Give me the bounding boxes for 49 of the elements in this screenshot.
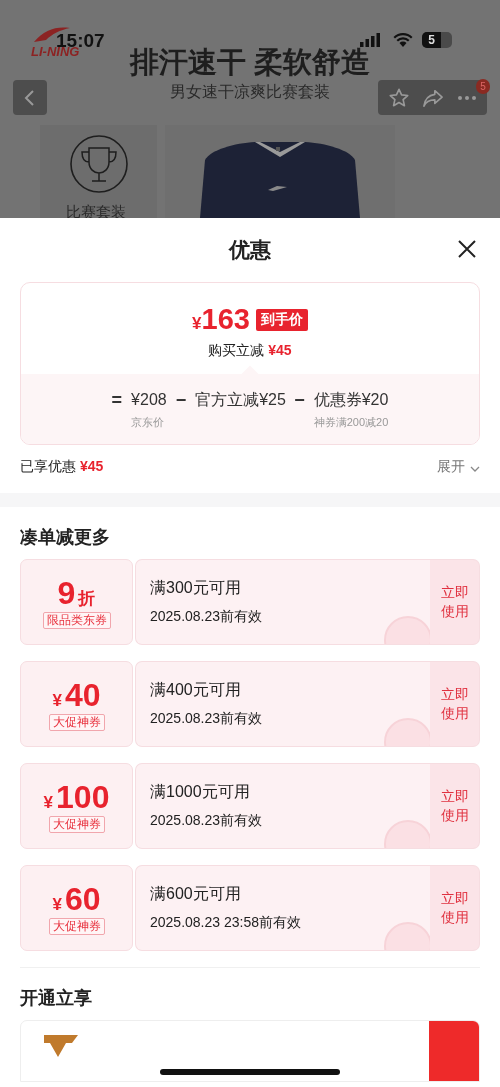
coupon-condition: 满400元可用 (150, 680, 242, 700)
coupon-value: 9折 (57, 575, 96, 610)
enjoyed-discount: 已享优惠 ¥45 (20, 458, 104, 476)
section-title: 开通立享 (20, 987, 93, 1010)
coupon-condition: 满1000元可用 (150, 782, 251, 802)
battery-icon: 5 (422, 32, 452, 48)
coupon-value: ¥60 (52, 881, 101, 916)
coupon-condition: 满300元可用 (150, 578, 242, 598)
section-title: 凑单减更多 (20, 526, 111, 549)
coupon-validity: 2025.08.23前有效 (150, 608, 264, 626)
star-icon[interactable] (388, 86, 411, 109)
formula-amount: ¥208 (131, 390, 167, 410)
coupon-type-tag: 大促神券 (48, 815, 105, 833)
formula-note: 神券满200减20 (313, 415, 389, 430)
coupon-validity: 2025.08.23 23:58前有效 (150, 914, 302, 932)
more-icon[interactable] (456, 94, 477, 101)
membership-logo-icon (44, 1035, 78, 1057)
coupon-type-tag: 大促神券 (48, 713, 105, 731)
formula-operator: = (111, 389, 123, 412)
trophy-icon (69, 134, 129, 194)
coupon-value: ¥100 (43, 779, 110, 814)
final-price: ¥163 (192, 303, 250, 336)
formula-operator: − (294, 389, 305, 412)
caret-icon (470, 466, 480, 472)
coupon-type-tag: 限品类东券 (42, 611, 111, 629)
coupon-condition: 满600元可用 (150, 884, 242, 904)
saving-text: 购买立减 ¥45 (208, 342, 292, 360)
back-button[interactable] (13, 80, 47, 115)
coupon-type-tag: 大促神券 (48, 917, 105, 935)
use-now-button[interactable]: 立即使用 (430, 865, 480, 951)
coupon-value: ¥40 (52, 677, 101, 712)
banner-title: 排汗速干 柔软舒造 (129, 48, 371, 77)
use-now-button[interactable]: 立即使用 (430, 763, 480, 849)
use-now-button[interactable]: 立即使用 (430, 559, 480, 645)
product-subtitle: 男女速干凉爽比赛套装 (170, 82, 330, 102)
formula-amount: 优惠券¥20 (313, 390, 389, 410)
use-now-button[interactable]: 立即使用 (430, 661, 480, 747)
formula-note: 京东价 (131, 415, 166, 430)
sheet-title: 优惠 (229, 237, 271, 263)
notification-badge: 5 (476, 79, 490, 94)
close-icon[interactable] (458, 240, 476, 258)
coupon-validity: 2025.08.23前有效 (150, 812, 264, 830)
final-price-tag: 到手价 (255, 308, 308, 331)
back-icon (24, 88, 36, 107)
share-icon[interactable] (422, 87, 445, 108)
expand-button[interactable]: 展开 (437, 458, 480, 476)
coupon-validity: 2025.08.23前有效 (150, 710, 264, 728)
formula-amount: 官方立减¥25 (195, 390, 286, 410)
formula-operator: − (175, 389, 187, 412)
